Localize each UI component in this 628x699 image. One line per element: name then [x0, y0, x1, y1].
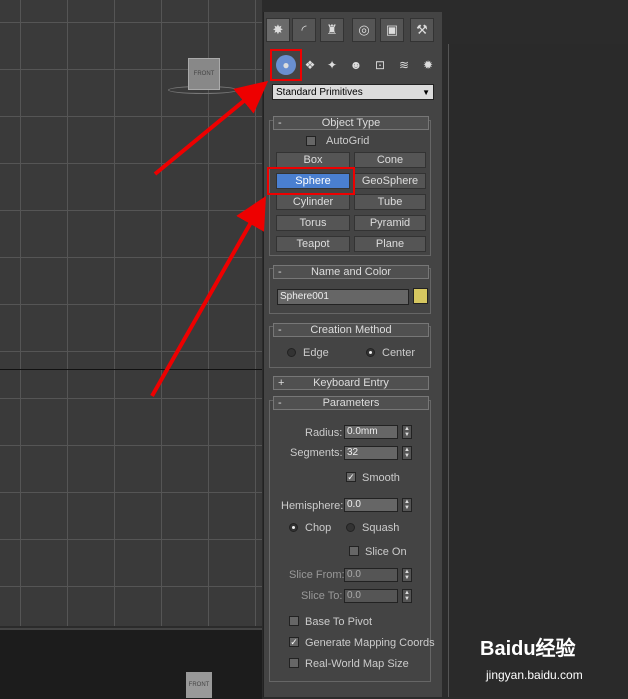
arrow-to-sphere-button — [150, 196, 266, 397]
watermark-brand: Baidu经验 — [480, 638, 576, 660]
annotation-arrows — [150, 80, 269, 397]
watermark-url: jingyan.baidu.com — [486, 668, 583, 682]
arrow-to-geometry-icon — [153, 80, 269, 176]
